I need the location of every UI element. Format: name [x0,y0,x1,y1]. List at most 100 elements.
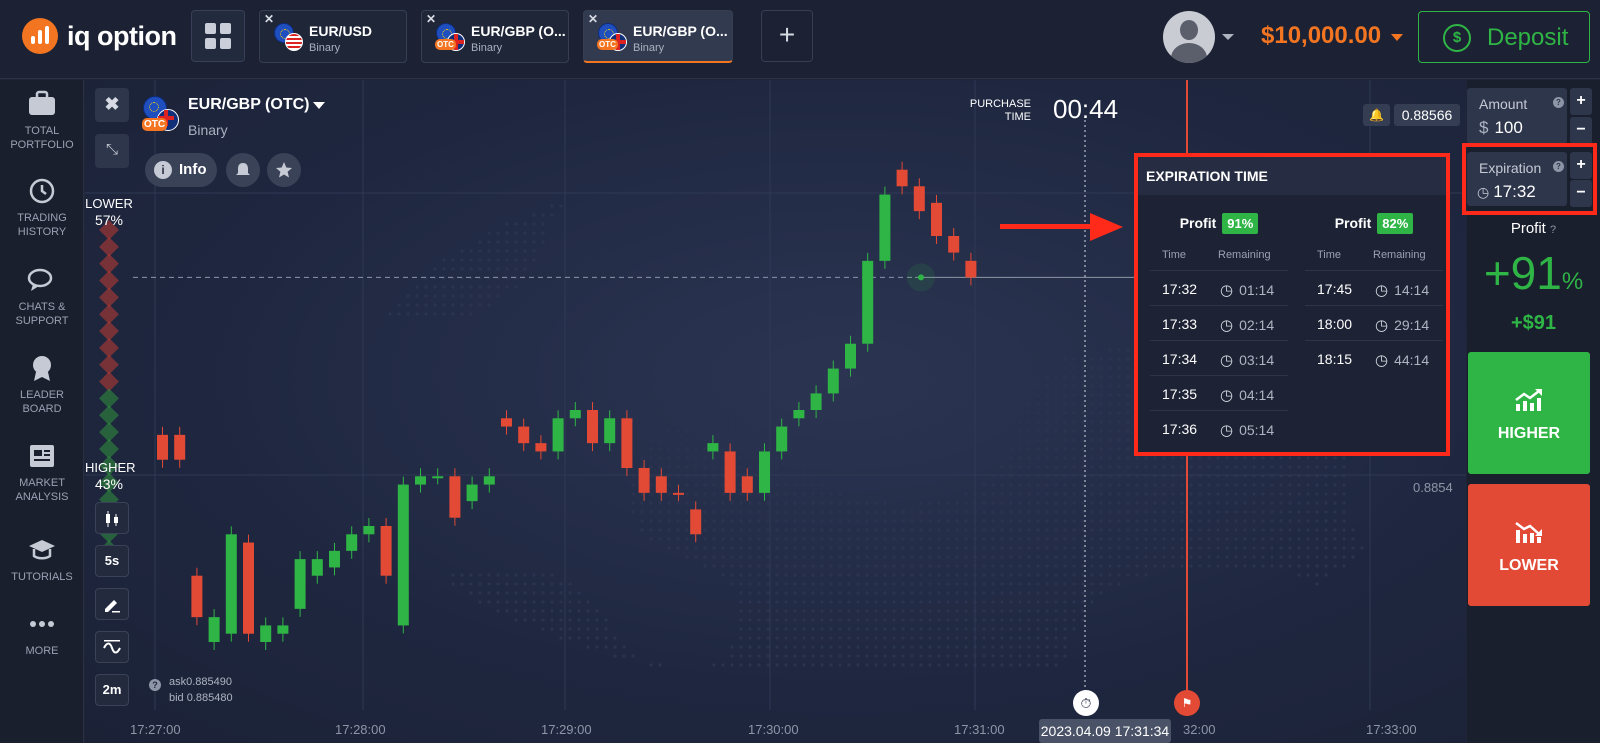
candle [862,260,874,344]
candle [208,617,220,642]
amount-decrease-button[interactable]: − [1570,117,1592,144]
candle [690,509,702,535]
deposit-label: Deposit [1487,24,1569,51]
sentiment-gauge-mark [99,287,119,308]
asset-tab-eurusd[interactable]: ✕ EUR/USD Binary [259,10,407,63]
lower-button[interactable]: LOWER [1468,484,1590,606]
tab-close-icon[interactable]: ✕ [426,12,436,26]
drawing-tools-button[interactable] [95,588,129,620]
sentiment-gauge-mark [99,270,119,291]
price-alert-bell-icon[interactable]: 🔔 [1363,104,1390,126]
candle [225,534,237,634]
candle [845,343,856,369]
help-icon[interactable]: ? [149,679,161,691]
tab-close-icon[interactable]: ✕ [264,12,274,26]
candle [397,484,409,626]
candle [415,476,426,485]
candle [638,468,650,493]
tab-close-icon[interactable]: ✕ [588,12,598,26]
time-axis-label: 17:27:00 [130,722,181,737]
expiration-option[interactable]: 18:1544:14 [1305,340,1443,375]
asset-tab-eurgbp-otc-active[interactable]: ✕ OTC EUR/GBP (O... Binary [583,10,733,63]
medal-icon [27,354,57,382]
timeframe-button[interactable]: 5s [95,545,129,577]
sidebar-item-chats-support[interactable]: CHATS & SUPPORT [0,266,84,328]
period-button[interactable]: 2m [95,674,129,706]
candle [466,484,478,502]
expiration-option[interactable]: 17:3201:14 [1150,270,1288,305]
amount-field[interactable]: Amount ? $100 [1467,88,1567,144]
brand-logo[interactable]: iq option [22,18,177,54]
candle [965,260,977,278]
time-axis-label: 17:30:00 [748,722,799,737]
close-chart-button[interactable]: ✖ [95,88,129,122]
candle [759,451,770,493]
user-avatar[interactable] [1163,11,1215,63]
add-asset-button[interactable]: + [761,10,813,62]
trend-up-icon [1515,389,1542,411]
sidebar-item-label: MARKET ANALYSIS [15,477,69,503]
info-label: Info [179,161,207,178]
sidebar-item-more[interactable]: MORE [0,610,84,658]
balance-chevron-down-icon[interactable] [1391,34,1403,41]
candle [449,476,461,518]
candle [604,418,616,444]
sidebar-item-market-analysis[interactable]: MARKET ANALYSIS [0,442,84,504]
amount-increase-button[interactable]: + [1570,88,1592,115]
sidebar-item-label: MORE [25,645,59,657]
sentiment-gauge-mark [99,354,119,375]
column-profit: Profit 82% [1305,213,1443,234]
expiration-finish-flag-icon: ⚑ [1174,690,1200,716]
candle [329,550,340,568]
annotation-arrow [1000,213,1123,241]
expiration-option[interactable]: 18:0029:14 [1305,305,1443,340]
expiration-option[interactable]: 17:3302:14 [1150,305,1288,340]
sentiment-gauge-mark [99,371,119,392]
expiration-option[interactable]: 17:3504:14 [1150,375,1288,410]
higher-button[interactable]: HIGHER [1468,352,1590,474]
deposit-button[interactable]: $ Deposit [1418,11,1590,63]
candle [948,236,960,253]
tab-asset-name: EUR/GBP (O... [633,23,728,39]
expiration-option[interactable]: 17:4514:14 [1305,270,1443,305]
candle [277,625,289,634]
sidebar-item-tutorials[interactable]: TUTORIALS [0,536,84,584]
pencil-icon [105,600,120,613]
asset-tab-eurgbp-otc[interactable]: ✕ OTC EUR/GBP (O... Binary [421,10,569,63]
asset-chevron-down-icon[interactable] [313,102,325,109]
indicators-button[interactable] [95,631,129,663]
chevron-down-icon[interactable] [1222,34,1234,40]
candle [810,393,822,410]
chart-type-candles-button[interactable] [95,502,129,534]
candle [243,542,254,634]
sidebar-item-trading-history[interactable]: TRADING HISTORY [0,177,84,239]
candle [896,169,908,187]
candle [913,186,925,212]
bid-price: bid 0.885480 [169,692,233,704]
sentiment-gauge-mark [99,405,119,426]
alert-bell-button[interactable] [226,153,260,187]
help-icon[interactable]: ? [1553,97,1564,108]
eur-gbp-flag-icon: OTC [435,23,466,53]
sidebar-item-leader-board[interactable]: LEADER BOARD [0,354,84,416]
history-icon [27,177,57,205]
candle [552,418,564,452]
candle [793,410,805,419]
purchase-deadline-timer-icon: ⏱ [1073,690,1099,716]
favorite-button[interactable] [267,153,301,187]
expiration-option[interactable]: 17:3403:14 [1150,340,1288,375]
chart-asset-name[interactable]: EUR/GBP (OTC) [188,96,309,114]
account-balance[interactable]: $10,000.00 [1261,22,1381,50]
candle [518,426,530,444]
layout-grid-button[interactable] [191,10,245,62]
eur-gbp-flag-icon: OTC [142,96,181,134]
minimize-chart-button[interactable]: ⤡ [95,134,129,168]
deposit-dollar-icon: $ [1443,24,1471,52]
chat-icon [27,266,57,294]
info-button[interactable]: i Info [145,153,217,187]
expiration-option[interactable]: 17:3605:14 [1150,410,1288,445]
candle [741,476,753,493]
sidebar-item-total-portfolio[interactable]: TOTAL PORTFOLIO [0,90,84,152]
amount-value[interactable]: $100 [1479,118,1523,138]
sentiment-gauge-mark [99,253,119,274]
